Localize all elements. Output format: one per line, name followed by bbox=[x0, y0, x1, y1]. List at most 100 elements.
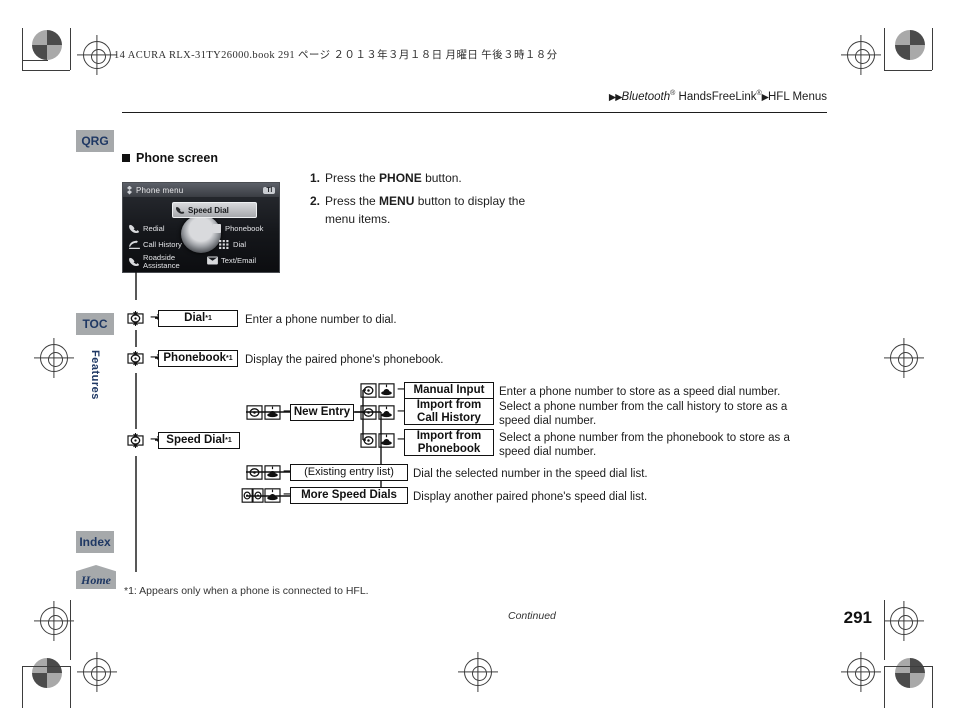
registration-mark-mid-right bbox=[890, 344, 918, 372]
flow-node-label: Import from Phonebook bbox=[416, 430, 482, 455]
screen-item-label: Speed Dial bbox=[188, 205, 229, 215]
printer-dot-mark-top-left bbox=[32, 30, 62, 60]
screen-item-roadside-assistance[interactable]: Roadside Assistance bbox=[129, 254, 185, 270]
registration-mark-top-right bbox=[847, 41, 875, 69]
flow-desc-dial: Enter a phone number to dial. bbox=[245, 314, 397, 326]
footnote-marker: *1 bbox=[225, 436, 232, 444]
screen-title: Phone menu bbox=[136, 185, 184, 195]
rotary-knob-icon bbox=[360, 433, 377, 448]
screen-title-bar: Phone menu Tl bbox=[123, 183, 279, 198]
signal-strength-icon: Tl bbox=[263, 186, 275, 194]
breadcrumb-hfl-menus: HFL Menus bbox=[767, 90, 827, 103]
steps-list: 1. Press the PHONE button. 2. Press the … bbox=[310, 170, 550, 234]
rotary-knob-icon bbox=[127, 311, 144, 326]
phone-icon bbox=[129, 224, 139, 233]
flow-node-dial[interactable]: Dial *1 bbox=[158, 310, 238, 327]
rotary-knob-icon bbox=[246, 405, 263, 420]
bullet-square-icon bbox=[122, 154, 130, 162]
step-number: 1. bbox=[310, 171, 321, 185]
flow-desc-more-speed-dials: Display another paired phone's speed dia… bbox=[413, 491, 648, 503]
screen-item-label: Text/Email bbox=[221, 256, 257, 265]
flow-node-label: New Entry bbox=[293, 406, 351, 419]
manual-page: 14 ACURA RLX-31TY26000.book 291 ページ ２０１３… bbox=[0, 0, 954, 718]
flow-node-label: Phonebook bbox=[163, 352, 226, 365]
screen-item-speed-dial[interactable]: Speed Dial bbox=[172, 202, 257, 218]
footnote-marker: *1 bbox=[205, 314, 212, 322]
printer-dot-mark-bottom-left bbox=[32, 658, 62, 688]
screen-item-label: Call History bbox=[143, 240, 182, 249]
flow-desc-import-from-call-history: Select a phone number from the call hist… bbox=[499, 401, 788, 428]
bluetooth-icon bbox=[127, 185, 132, 195]
flow-desc-phonebook: Display the paired phone's phonebook. bbox=[245, 354, 444, 366]
step-text: Press the PHONE button. bbox=[325, 170, 462, 187]
screen-item-label: Roadside Assistance bbox=[143, 253, 180, 270]
registration-mark-mid-left bbox=[40, 344, 68, 372]
print-job-header: 14 ACURA RLX-31TY26000.book 291 ページ ２０１３… bbox=[114, 50, 558, 61]
flow-node-label: Manual Input bbox=[413, 384, 485, 397]
screen-item-label: Phonebook bbox=[225, 224, 264, 233]
flow-desc-import-from-phonebook: Select a phone number from the phonebook… bbox=[499, 432, 790, 459]
screen-item-call-history[interactable]: Call History bbox=[129, 240, 182, 249]
sidebar-tab-home[interactable]: Home bbox=[76, 565, 116, 589]
enter-press-icon bbox=[378, 383, 395, 398]
rotary-knob-icon bbox=[246, 465, 263, 480]
sidebar-tab-qrg[interactable]: QRG bbox=[76, 130, 114, 152]
flow-node-existing-entry-list[interactable]: (Existing entry list) bbox=[290, 464, 408, 481]
breadcrumb-arrow-first: ▶▶ bbox=[608, 91, 623, 103]
footnote: *1: Appears only when a phone is connect… bbox=[124, 585, 369, 597]
page-number: 291 bbox=[843, 608, 872, 627]
breadcrumb: ▶▶Bluetooth® HandsFreeLink®▶HFL Menus bbox=[609, 90, 827, 103]
step-text-pre: Press the bbox=[325, 194, 380, 209]
screen-item-text-email[interactable]: Text/Email bbox=[207, 256, 256, 265]
breadcrumb-bluetooth: Bluetooth bbox=[621, 90, 671, 103]
rotary-knob-icon bbox=[127, 351, 144, 366]
continued-label: Continued bbox=[508, 610, 556, 622]
screen-item-dial[interactable]: Dial bbox=[219, 240, 246, 249]
screen-item-phonebook[interactable]: Phonebook bbox=[211, 224, 263, 233]
enter-press-icon bbox=[378, 405, 395, 420]
page-title: Phone screen bbox=[122, 151, 218, 165]
step-number: 2. bbox=[310, 194, 321, 209]
flow-node-phonebook[interactable]: Phonebook *1 bbox=[158, 350, 238, 367]
sidebar-tab-features[interactable]: Features bbox=[84, 340, 106, 410]
registration-mark-bottom-left bbox=[40, 607, 68, 635]
flow-node-import-from-call-history[interactable]: Import from Call History bbox=[404, 398, 494, 425]
header-rule bbox=[122, 112, 827, 114]
screen-center-knob-graphic bbox=[181, 215, 221, 253]
footnote-marker: *1 bbox=[226, 354, 233, 362]
enter-press-icon bbox=[264, 405, 281, 420]
enter-press-icon bbox=[378, 433, 395, 448]
phone-menu-screenshot: Phone menu Tl Speed Dial Redial Phoneboo… bbox=[122, 182, 280, 273]
breadcrumb-handsfreelink: HandsFreeLink bbox=[675, 90, 757, 103]
registration-mark-top-left bbox=[83, 41, 111, 69]
mail-icon bbox=[207, 256, 218, 265]
rotary-knob-icon bbox=[360, 383, 377, 398]
screen-item-label: Dial bbox=[233, 240, 247, 249]
flow-node-import-from-phonebook[interactable]: Import from Phonebook bbox=[404, 429, 494, 456]
flow-node-label: Speed Dial bbox=[166, 434, 226, 447]
step-text-post: button. bbox=[421, 171, 462, 185]
step-emphasis: MENU bbox=[379, 194, 415, 209]
flow-desc-existing-entry-list: Dial the selected number in the speed di… bbox=[413, 468, 648, 480]
step-emphasis: PHONE bbox=[379, 171, 422, 185]
sidebar-tab-toc[interactable]: TOC bbox=[76, 313, 114, 335]
flow-desc-manual-input: Enter a phone number to store as a speed… bbox=[499, 386, 781, 398]
registration-mark-bottom-right bbox=[890, 607, 918, 635]
sidebar-tab-home-label: Home bbox=[81, 573, 111, 587]
flow-node-label: Import from Call History bbox=[416, 399, 482, 424]
step-text-pre: Press the bbox=[325, 171, 380, 185]
flow-node-more-speed-dials[interactable]: More Speed Dials bbox=[290, 487, 408, 504]
enter-press-icon bbox=[264, 488, 281, 503]
roadside-icon bbox=[129, 258, 139, 267]
step-item: 2. Press the MENU button to display the … bbox=[310, 193, 550, 228]
registration-mark-bottom-center-left bbox=[83, 658, 111, 686]
phone-icon bbox=[176, 207, 185, 214]
sidebar-tab-index[interactable]: Index bbox=[76, 531, 114, 553]
keypad-icon bbox=[219, 240, 229, 249]
flow-node-manual-input[interactable]: Manual Input bbox=[404, 382, 494, 399]
flow-node-label: More Speed Dials bbox=[301, 489, 397, 502]
flow-node-speed-dial[interactable]: Speed Dial *1 bbox=[158, 432, 240, 449]
rotary-knob-icon bbox=[127, 433, 144, 448]
flow-node-new-entry[interactable]: New Entry bbox=[290, 404, 354, 421]
screen-item-redial[interactable]: Redial bbox=[129, 224, 165, 233]
